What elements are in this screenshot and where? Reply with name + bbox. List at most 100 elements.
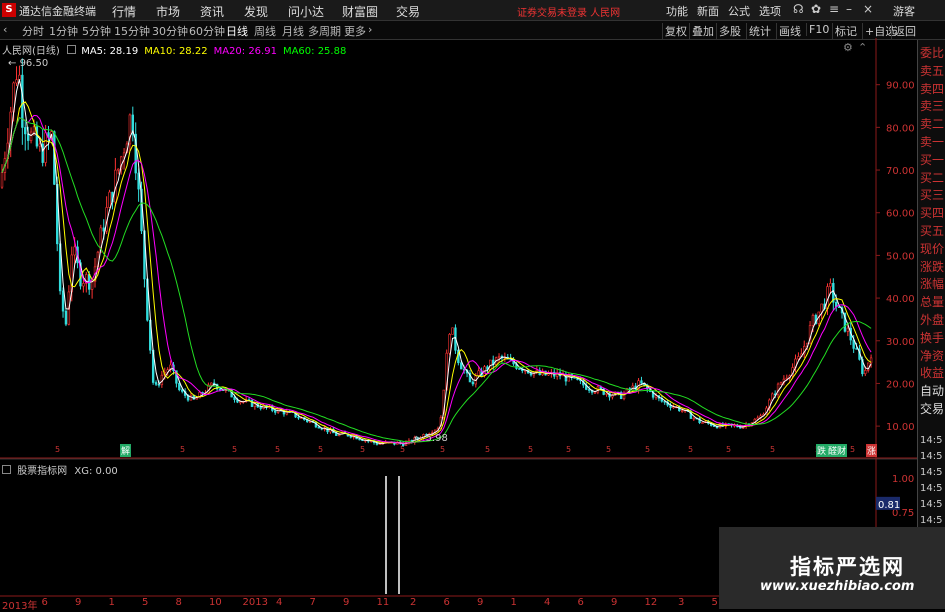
candle-body — [779, 382, 783, 385]
trade-time: 14:5 — [920, 467, 943, 478]
title-bar: S 通达信金融终端 行情 市场 资讯 发现 问小达 财富圈 交易 证券交易未登录… — [0, 0, 945, 21]
tab-multi-period[interactable]: 多周期 — [308, 23, 341, 39]
quote-field-label: 卖三 — [920, 99, 945, 114]
candle-body — [218, 388, 222, 391]
back-icon[interactable]: ‹ — [3, 23, 7, 36]
skin-icon[interactable]: ✿ — [811, 2, 821, 16]
quote-field-label: 买五 — [920, 224, 945, 238]
minimize-icon[interactable]: – — [846, 2, 852, 16]
candle-body — [102, 227, 105, 232]
event-marker[interactable]: 解 — [120, 444, 132, 457]
overlay-button[interactable]: 叠加 — [689, 23, 716, 39]
tab-30min[interactable]: 30分钟 — [152, 23, 188, 39]
x-axis-label: 9 — [75, 597, 82, 608]
menu-discover[interactable]: 发现 — [244, 3, 268, 20]
event-marker[interactable]: 跌 — [816, 444, 828, 457]
y-tick-label: 10.00 — [886, 422, 915, 433]
candle-body — [477, 370, 480, 376]
quote-field-label: 涨跌 — [920, 259, 945, 274]
period-tick: 5 — [318, 445, 323, 454]
tab-monthly[interactable]: 月线 — [282, 23, 304, 39]
candle-body — [38, 143, 41, 147]
headset-icon[interactable]: ☊ — [793, 2, 804, 16]
candle-body — [448, 334, 451, 354]
price-chart[interactable]: 5555555555555555555 90.0080.0070.0060.00… — [0, 38, 917, 597]
tab-5min[interactable]: 5分钟 — [82, 23, 111, 39]
x-axis-label: 5 — [142, 597, 149, 608]
candle-body — [15, 79, 18, 84]
period-tick: 5 — [726, 445, 731, 454]
menu-icon[interactable]: ≡ — [829, 2, 839, 16]
menu-quotes[interactable]: 行情 — [112, 3, 136, 20]
tab-60min[interactable]: 60分钟 — [189, 23, 225, 39]
chevron-right-icon[interactable]: › — [368, 23, 372, 36]
stats-button[interactable]: 统计 — [746, 23, 773, 39]
candle-body — [24, 127, 27, 135]
candle-series — [0, 58, 873, 447]
candle-body — [61, 290, 65, 312]
draw-line-button[interactable]: 画线 — [776, 23, 803, 39]
x-axis-label: 12 — [644, 597, 658, 608]
candle-body — [82, 283, 85, 287]
menu-options[interactable]: 选项 — [759, 3, 781, 19]
menu-trade[interactable]: 交易 — [396, 3, 420, 20]
candle-body — [73, 246, 76, 256]
tab-daily[interactable]: 日线 — [226, 23, 248, 39]
candle-body — [274, 410, 277, 413]
close-icon[interactable]: × — [863, 2, 873, 16]
menu-ask[interactable]: 问小达 — [288, 3, 324, 20]
quote-field-label: 卖四 — [920, 81, 945, 96]
ma10-line — [1, 101, 872, 444]
multi-stock-button[interactable]: 多股 — [716, 23, 743, 39]
candle-body — [181, 389, 184, 392]
candle-body — [233, 396, 236, 400]
menu-formula[interactable]: 公式 — [728, 3, 750, 19]
candle-body — [460, 362, 463, 370]
quote-field-label: 买二 — [920, 170, 945, 185]
x-axis-label: 11 — [376, 597, 390, 608]
x-axis-label: 9 — [611, 597, 618, 608]
return-button[interactable]: 返回 — [891, 23, 918, 39]
x-axis-label: 2013年 — [2, 601, 38, 612]
candle-body — [497, 355, 501, 359]
candle-body — [90, 281, 94, 290]
candle-body — [195, 397, 198, 400]
broker-notice[interactable]: 证券交易未登录 人民网 — [517, 4, 620, 19]
candle-body — [587, 389, 591, 391]
trade-time: 14:5 — [920, 435, 943, 446]
tab-1min[interactable]: 1分钟 — [49, 23, 78, 39]
tab-weekly[interactable]: 周线 — [254, 23, 276, 39]
tab-intraday[interactable]: 分时 — [22, 23, 44, 39]
trade-time: 14:5 — [920, 499, 943, 510]
guest-login[interactable]: 游客 — [893, 3, 915, 19]
tab-more[interactable]: 更多 — [344, 23, 366, 39]
menu-market[interactable]: 市场 — [156, 3, 180, 20]
candle-body — [573, 377, 576, 379]
x-axis-label: 10 — [209, 597, 222, 608]
candle-body — [680, 410, 684, 412]
adjust-button[interactable]: 复权 — [662, 23, 689, 39]
menu-function[interactable]: 功能 — [666, 3, 688, 19]
candle-body — [178, 382, 181, 391]
f10-button[interactable]: F10 — [806, 23, 831, 36]
quote-field-label: 现价 — [920, 241, 945, 256]
period-tick: 5 — [55, 445, 60, 454]
candle-body — [820, 303, 823, 313]
menu-layout[interactable]: 新面 — [697, 3, 719, 19]
mark-button[interactable]: 标记 — [832, 23, 859, 39]
app-name: 通达信金融终端 — [19, 5, 96, 18]
candle-body — [18, 74, 21, 80]
tab-15min[interactable]: 15分钟 — [114, 23, 150, 39]
menu-news[interactable]: 资讯 — [200, 3, 224, 20]
menu-wealth[interactable]: 财富圈 — [342, 3, 378, 20]
x-axis-label: 6 — [41, 597, 48, 608]
candle-body — [640, 380, 643, 384]
y-tick-label: 70.00 — [886, 166, 915, 177]
quote-panel: 委比 卖五 卖四 卖三 卖二 卖一 买一 买二 买三 买四 买五 现价 涨跌 涨幅 总量 外盘 换手 净资 收益 自动… — [917, 40, 945, 609]
event-marker[interactable]: 涨 — [866, 444, 878, 457]
sub-y-tick-label: 1.00 — [892, 474, 914, 485]
period-tick: 5 — [770, 445, 775, 454]
x-axis-label: 1 — [510, 597, 517, 608]
event-marker[interactable]: 醛财 — [827, 444, 848, 457]
period-tick: 5 — [275, 445, 280, 454]
